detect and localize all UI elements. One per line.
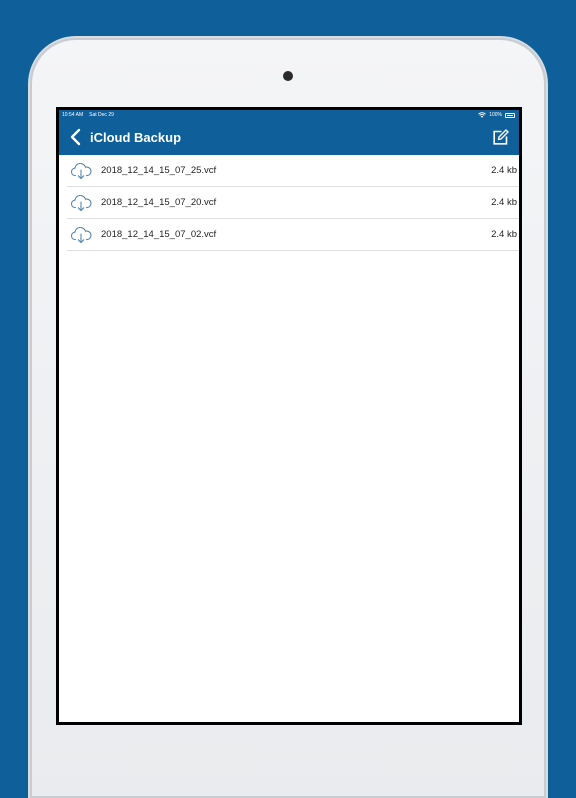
file-row[interactable]: 2018_12_14_15_07_20.vcf 2.4 kb (67, 187, 519, 219)
file-row[interactable]: 2018_12_14_15_07_02.vcf 2.4 kb (67, 219, 519, 251)
file-row[interactable]: 2018_12_14_15_07_25.vcf 2.4 kb (67, 155, 519, 187)
page-title: iCloud Backup (90, 130, 182, 145)
status-date: Sat Dec 29 (89, 112, 114, 118)
status-right: 100% (478, 110, 515, 120)
back-button[interactable] (67, 127, 85, 147)
navigation-bar: iCloud Backup (59, 120, 519, 155)
file-list: 2018_12_14_15_07_25.vcf 2.4 kb 2018_12_1… (67, 155, 519, 251)
cloud-download-icon (71, 226, 92, 243)
battery-icon (505, 112, 515, 118)
status-left: 10:54 AM Sat Dec 29 (62, 110, 114, 120)
file-name: 2018_12_14_15_07_20.vcf (101, 197, 217, 208)
edit-button[interactable] (492, 129, 509, 146)
file-size: 2.4 kb (491, 165, 517, 176)
front-camera (283, 71, 293, 81)
file-name: 2018_12_14_15_07_02.vcf (101, 229, 217, 240)
status-time: 10:54 AM (62, 112, 84, 118)
file-name: 2018_12_14_15_07_25.vcf (101, 165, 217, 176)
app-screen: 10:54 AM Sat Dec 29 100% iCloud Backup 2… (59, 110, 519, 722)
status-bar: 10:54 AM Sat Dec 29 100% (59, 110, 519, 120)
battery-percent: 100% (489, 112, 502, 118)
wifi-icon (478, 112, 487, 118)
cloud-download-icon (71, 162, 92, 179)
file-size: 2.4 kb (491, 197, 517, 208)
cloud-download-icon (71, 194, 92, 211)
file-size: 2.4 kb (491, 229, 517, 240)
device-screen: 10:54 AM Sat Dec 29 100% iCloud Backup 2… (56, 107, 522, 725)
